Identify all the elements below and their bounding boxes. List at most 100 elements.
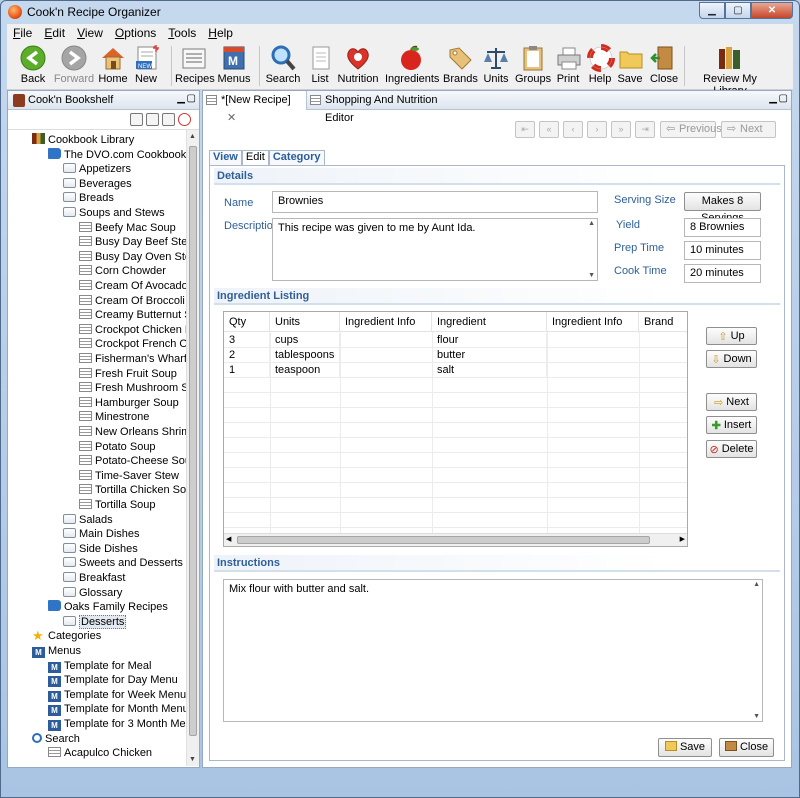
tree-item[interactable]: Crockpot French Oni	[79, 337, 186, 351]
home-button[interactable]: Home	[97, 44, 129, 85]
menu-tools[interactable]: Tools	[162, 24, 202, 42]
serving-size-button[interactable]: Makes 8 Servings	[684, 192, 761, 224]
tree-item[interactable]: Cream Of Broccoli Sc	[79, 294, 186, 308]
tree-item[interactable]: The DVO.com Cookbook	[48, 147, 186, 162]
tree-item[interactable]: Cream Of Avocado S	[79, 279, 186, 293]
new-button[interactable]: NEW New	[133, 44, 159, 85]
tab-view[interactable]: View	[209, 150, 242, 165]
column-header-brand[interactable]: Brand	[639, 312, 687, 332]
minus-icon[interactable]	[146, 113, 159, 126]
maximize-editor-icon[interactable]: ▢	[779, 93, 788, 104]
qty-cell[interactable]: 3	[224, 333, 270, 348]
scroll-down-icon[interactable]: ▼	[189, 756, 196, 763]
search-button[interactable]: Search	[265, 44, 301, 85]
previous-button[interactable]: ⇦ Previous	[660, 121, 722, 138]
tree-item[interactable]: Creamy Butternut Sq	[79, 308, 186, 322]
tree-item[interactable]: Fresh Mushroom Sou	[79, 381, 186, 395]
close-window-button[interactable]: ✕	[751, 2, 793, 19]
tree-scrollbar[interactable]: ▲ ▼	[186, 130, 199, 766]
tree-item[interactable]: Hamburger Soup	[79, 396, 179, 410]
column-header-qty[interactable]: Qty	[224, 312, 270, 332]
tree-item[interactable]: Crockpot Chicken No	[79, 323, 186, 337]
scrollbar-thumb[interactable]	[189, 146, 197, 736]
tree-item[interactable]: Oaks Family Recipes	[48, 600, 168, 614]
prep-time-field[interactable]: 10 minutes	[684, 241, 761, 260]
nav-forward-button[interactable]: ›	[587, 121, 607, 138]
tree-item[interactable]: Appetizers	[63, 162, 131, 176]
tree-item[interactable]: Search	[32, 732, 80, 746]
column-header-ingredient-info[interactable]: Ingredient Info	[340, 312, 432, 332]
nav-prev-page-button[interactable]: «	[539, 121, 559, 138]
nutrition-button[interactable]: Nutrition	[337, 44, 379, 85]
tree-item[interactable]: Breads	[63, 191, 114, 205]
link-icon[interactable]	[162, 113, 175, 126]
nav-back-button[interactable]: ‹	[563, 121, 583, 138]
next-ingredient-button[interactable]: ⇨ Next	[706, 393, 757, 411]
ingredient-cell[interactable]: butter	[432, 348, 547, 363]
minimize-editor-icon[interactable]: ▁	[769, 93, 777, 104]
maximize-button[interactable]: ▢	[725, 2, 751, 19]
tree-item[interactable]: Busy Day Oven Stew	[79, 250, 186, 264]
units-cell[interactable]: tablespoons	[270, 348, 340, 363]
scroll-up-icon[interactable]: ▲	[588, 220, 595, 227]
tree-item[interactable]: Glossary	[63, 586, 122, 600]
tree-item[interactable]: Desserts	[63, 614, 127, 629]
scroll-up-icon[interactable]: ▲	[189, 133, 196, 140]
nav-next-page-button[interactable]: »	[611, 121, 631, 138]
tree-item[interactable]: Potato Soup	[79, 440, 156, 454]
up-button[interactable]: ⇧ Up	[706, 327, 757, 345]
tree-item[interactable]: Tortilla Chicken Soup	[79, 483, 186, 497]
tree-item[interactable]: M Template for Month Menu	[48, 702, 186, 717]
tree-item[interactable]: Main Dishes	[63, 527, 140, 541]
tree-item[interactable]: New Orleans Shrimp	[79, 425, 186, 439]
insert-button[interactable]: ✚ Insert	[706, 416, 757, 434]
ingredient-cell[interactable]: flour	[432, 333, 547, 348]
nav-last-button[interactable]: ⇥	[635, 121, 655, 138]
tree-item[interactable]: Busy Day Beef Stew	[79, 235, 186, 249]
table-row[interactable]	[224, 498, 687, 513]
tree-item[interactable]: Corn Chowder	[79, 264, 166, 278]
close-tab-icon[interactable]: ✕	[227, 112, 236, 124]
close-button[interactable]: Close	[719, 738, 774, 757]
close-toolbar-button[interactable]: Close	[649, 44, 679, 85]
tree-item[interactable]: Time-Saver Stew	[79, 469, 179, 483]
table-row[interactable]	[224, 408, 687, 423]
table-row[interactable]: 3 cups flour	[224, 333, 687, 348]
tree-item[interactable]: Sweets and Desserts	[63, 556, 183, 570]
forward-button[interactable]: Forward	[53, 44, 95, 85]
scroll-right-icon[interactable]: ▶	[680, 535, 685, 543]
ingredient-cell[interactable]: salt	[432, 363, 547, 378]
menu-edit[interactable]: Edit	[38, 24, 71, 42]
table-row[interactable]	[224, 393, 687, 408]
tree-item[interactable]: Salads	[63, 513, 113, 527]
tree-item[interactable]: Cookbook Library	[32, 133, 134, 147]
description-field[interactable]: This recipe was given to me by Aunt Ida.…	[272, 218, 598, 281]
collapse-icon[interactable]	[130, 113, 143, 126]
units-cell[interactable]: teaspoon	[270, 363, 340, 378]
save-button[interactable]: Save	[658, 738, 712, 757]
qty-cell[interactable]: 1	[224, 363, 270, 378]
tree-item[interactable]: Fresh Fruit Soup	[79, 367, 177, 381]
tree-item[interactable]: Beefy Mac Soup	[79, 221, 176, 235]
column-header-units[interactable]: Units	[270, 312, 340, 332]
cook-time-field[interactable]: 20 minutes	[684, 264, 761, 283]
tree-item[interactable]: Potato-Cheese Soup	[79, 454, 186, 468]
tree-item[interactable]: Fisherman's Wharf C	[79, 352, 186, 366]
tree-item[interactable]: M Template for Day Menu	[48, 673, 178, 688]
delete-button[interactable]: ⊘ Delete	[706, 440, 757, 458]
tree-item[interactable]: M Template for Meal	[48, 659, 151, 673]
maximize-panel-icon[interactable]: ▢	[187, 93, 196, 104]
tree-item[interactable]: Minestrone	[79, 410, 149, 424]
tree-item[interactable]: Breakfast	[63, 571, 125, 585]
bookshelf-tab[interactable]: Cook'n Bookshelf ▁ ▢	[8, 91, 199, 110]
units-button[interactable]: Units	[481, 44, 511, 85]
tree-item[interactable]: Side Dishes	[63, 542, 138, 556]
table-row[interactable]: 1 teaspoon salt	[224, 363, 687, 378]
tree-item[interactable]: Beverages	[63, 177, 132, 191]
tree-item[interactable]: Tortilla Soup	[79, 498, 156, 512]
tab-new-recipe[interactable]: *[New Recipe] ✕	[203, 91, 307, 124]
instructions-field[interactable]: Mix flour with butter and salt. ▲ ▼	[223, 579, 763, 722]
table-row[interactable]: 2 tablespoons butter	[224, 348, 687, 363]
next-nav-button[interactable]: ⇨ Next	[721, 121, 776, 138]
tab-category[interactable]: Category	[268, 150, 325, 165]
